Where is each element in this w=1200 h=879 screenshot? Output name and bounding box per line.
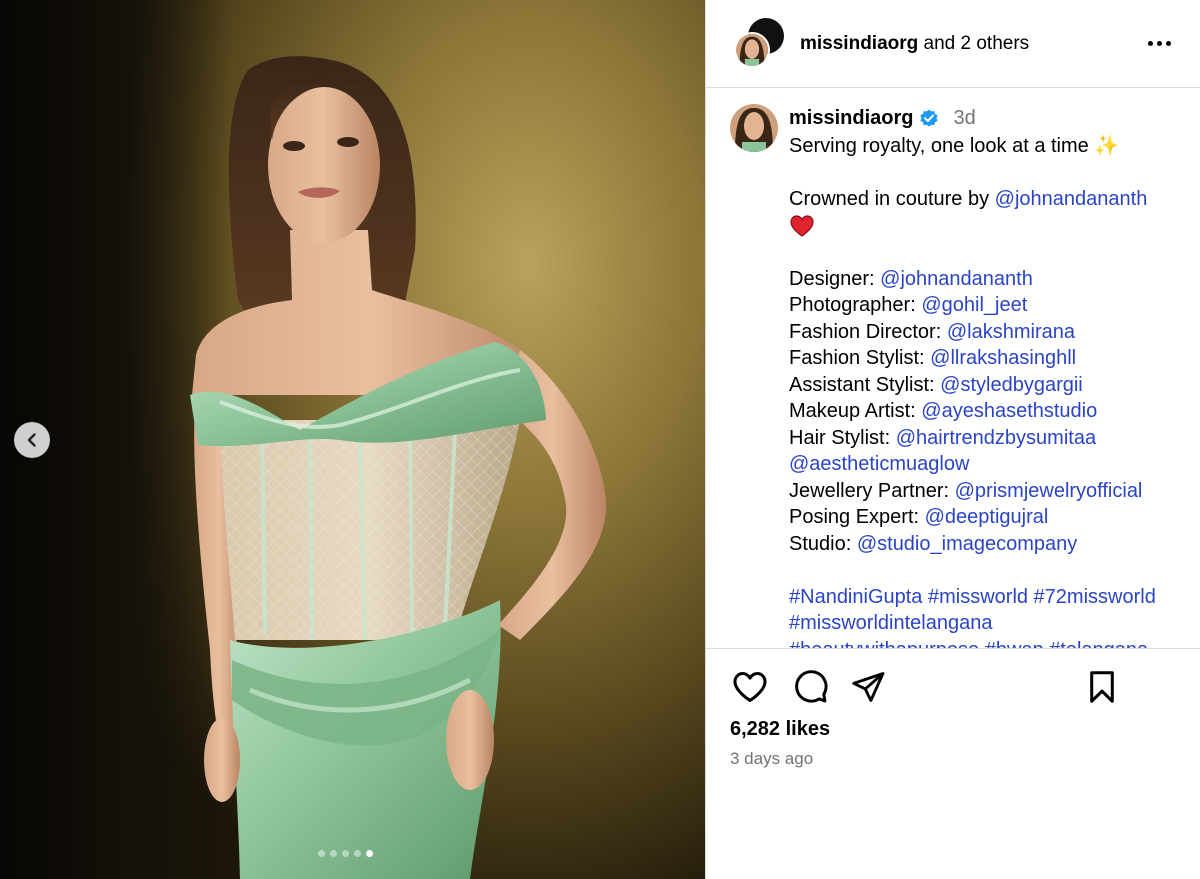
caption-line bbox=[789, 160, 1177, 187]
post-author-line: missindiaorg and 2 others bbox=[800, 33, 1029, 55]
carousel-dot bbox=[354, 850, 361, 857]
caption-line: Fashion Stylist: @llrakshasinghll bbox=[789, 345, 1177, 372]
caption-line: Serving royalty, one look at a time ✨ bbox=[789, 133, 1177, 160]
caption-text-segment: Assistant Stylist: bbox=[789, 373, 941, 396]
author-username[interactable]: missindiaorg bbox=[800, 33, 918, 54]
carousel-dot bbox=[342, 850, 349, 857]
caption-header: missindiaorg 3d bbox=[789, 103, 1177, 133]
caption-text: Serving royalty, one look at a time ✨ Cro… bbox=[789, 133, 1177, 649]
divider bbox=[706, 648, 1200, 649]
caption-body: missindiaorg 3d Serving royalty, one loo… bbox=[789, 103, 1177, 649]
coauthor-avatars[interactable] bbox=[734, 17, 786, 70]
heart-icon bbox=[733, 672, 767, 702]
caption-line: Fashion Director: @lakshmirana bbox=[789, 319, 1177, 346]
avatar[interactable] bbox=[730, 104, 778, 152]
caption-line: Posing Expert: @deeptigujral bbox=[789, 504, 1177, 531]
caption-line: Jewellery Partner: @prismjewelryofficial bbox=[789, 478, 1177, 505]
caption-mention-link[interactable]: @johnandananth bbox=[880, 268, 1033, 290]
caption-line: Hair Stylist: @hairtrendzbysumitaa bbox=[789, 425, 1177, 452]
caption-text-segment: Crowned in couture by bbox=[789, 188, 995, 210]
caption-mention-link[interactable]: @aestheticmuaglow bbox=[789, 453, 969, 475]
save-button[interactable] bbox=[1082, 668, 1122, 708]
caption-timestamp: 3d bbox=[953, 106, 976, 129]
red-heart-icon bbox=[790, 215, 814, 237]
more-options-button[interactable] bbox=[1144, 30, 1174, 56]
carousel-indicator bbox=[318, 850, 373, 857]
post-sidebar: missindiaorg and 2 others missindiaorg 3… bbox=[705, 0, 1200, 879]
verified-badge-icon bbox=[920, 109, 939, 127]
caption-text-segment: Makeup Artist: bbox=[789, 400, 922, 422]
caption-mention-link[interactable]: @ayeshasethstudio bbox=[921, 400, 1097, 422]
likes-count[interactable]: 6,282 likes bbox=[730, 718, 830, 741]
caption-text-segment: Jewellery Partner: bbox=[789, 479, 955, 502]
share-button[interactable] bbox=[848, 668, 888, 708]
share-icon bbox=[852, 671, 885, 702]
more-options-icon bbox=[1147, 40, 1153, 46]
caption-mention-link[interactable]: @deeptigujral bbox=[925, 506, 1049, 528]
caption-mention-link[interactable]: #NandiniGupta #missworld #72missworld bbox=[789, 586, 1156, 608]
caption-text-segment: Fashion Stylist: bbox=[789, 347, 931, 369]
caption-mention-link[interactable]: @llrakshasinghll bbox=[930, 347, 1076, 369]
caption-text-segment: Fashion Director: bbox=[789, 320, 947, 343]
coauthors-link[interactable]: and 2 others bbox=[924, 33, 1030, 54]
bookmark-icon bbox=[1090, 671, 1114, 703]
caption-line: #missworldintelangana bbox=[789, 610, 1177, 637]
action-bar bbox=[730, 668, 1180, 708]
caption-line: #NandiniGupta #missworld #72missworld bbox=[789, 584, 1177, 611]
caption-line: Makeup Artist: @ayeshasethstudio bbox=[789, 398, 1177, 425]
caption-mention-link[interactable]: @hairtrendzbysumitaa bbox=[896, 427, 1096, 449]
caption-line bbox=[789, 239, 1177, 266]
avatar bbox=[734, 31, 770, 68]
caption-text-segment: Photographer: bbox=[789, 294, 922, 316]
post-date: 3 days ago bbox=[730, 749, 814, 768]
caption-text-segment: Studio: bbox=[789, 532, 857, 555]
caption-line bbox=[789, 213, 1177, 240]
caption-line: Photographer: @gohil_jeet bbox=[789, 292, 1177, 319]
caption-mention-link[interactable]: @lakshmirana bbox=[947, 321, 1075, 343]
caption-line bbox=[789, 557, 1177, 584]
post-header: missindiaorg and 2 others bbox=[706, 0, 1200, 88]
post-modal: missindiaorg and 2 others missindiaorg 3… bbox=[0, 0, 1200, 879]
caption-line: Crowned in couture by @johnandananth bbox=[789, 186, 1177, 213]
caption-mention-link[interactable]: @studio_imagecompany bbox=[857, 533, 1077, 555]
caption-mention-link[interactable]: @johnandananth bbox=[995, 188, 1148, 210]
caption-text-segment: Designer: bbox=[789, 267, 881, 290]
caption-line: Studio: @studio_imagecompany bbox=[789, 531, 1177, 558]
caption-line: @aestheticmuaglow bbox=[789, 451, 1177, 478]
comment-button[interactable] bbox=[790, 668, 830, 708]
carousel-dot bbox=[318, 850, 325, 857]
caption-text-segment: Serving royalty, one look at a time ✨ bbox=[789, 135, 1120, 157]
carousel-dot bbox=[330, 850, 337, 857]
caption-text-segment: Hair Stylist: bbox=[789, 426, 896, 449]
caption-mention-link[interactable]: @gohil_jeet bbox=[921, 294, 1027, 316]
caption-line: Designer: @johnandananth bbox=[789, 266, 1177, 293]
like-button[interactable] bbox=[730, 668, 770, 708]
caption-mention-link[interactable]: @prismjewelryofficial bbox=[955, 480, 1143, 502]
caption-username[interactable]: missindiaorg bbox=[789, 105, 913, 132]
post-media bbox=[0, 0, 705, 879]
caption-mention-link[interactable]: #missworldintelangana bbox=[789, 612, 992, 634]
comment-icon bbox=[795, 670, 828, 703]
caption-text-segment: Posing Expert: bbox=[789, 506, 925, 528]
caption-mention-link[interactable]: @styledbygargii bbox=[940, 374, 1083, 396]
chevron-left-icon bbox=[27, 433, 36, 447]
post-photo bbox=[190, 56, 607, 879]
carousel-dot bbox=[366, 850, 373, 857]
caption-panel[interactable]: missindiaorg 3d Serving royalty, one loo… bbox=[706, 89, 1200, 649]
caption-line: Assistant Stylist: @styledbygargii bbox=[789, 372, 1177, 399]
previous-image-button[interactable] bbox=[14, 422, 50, 458]
